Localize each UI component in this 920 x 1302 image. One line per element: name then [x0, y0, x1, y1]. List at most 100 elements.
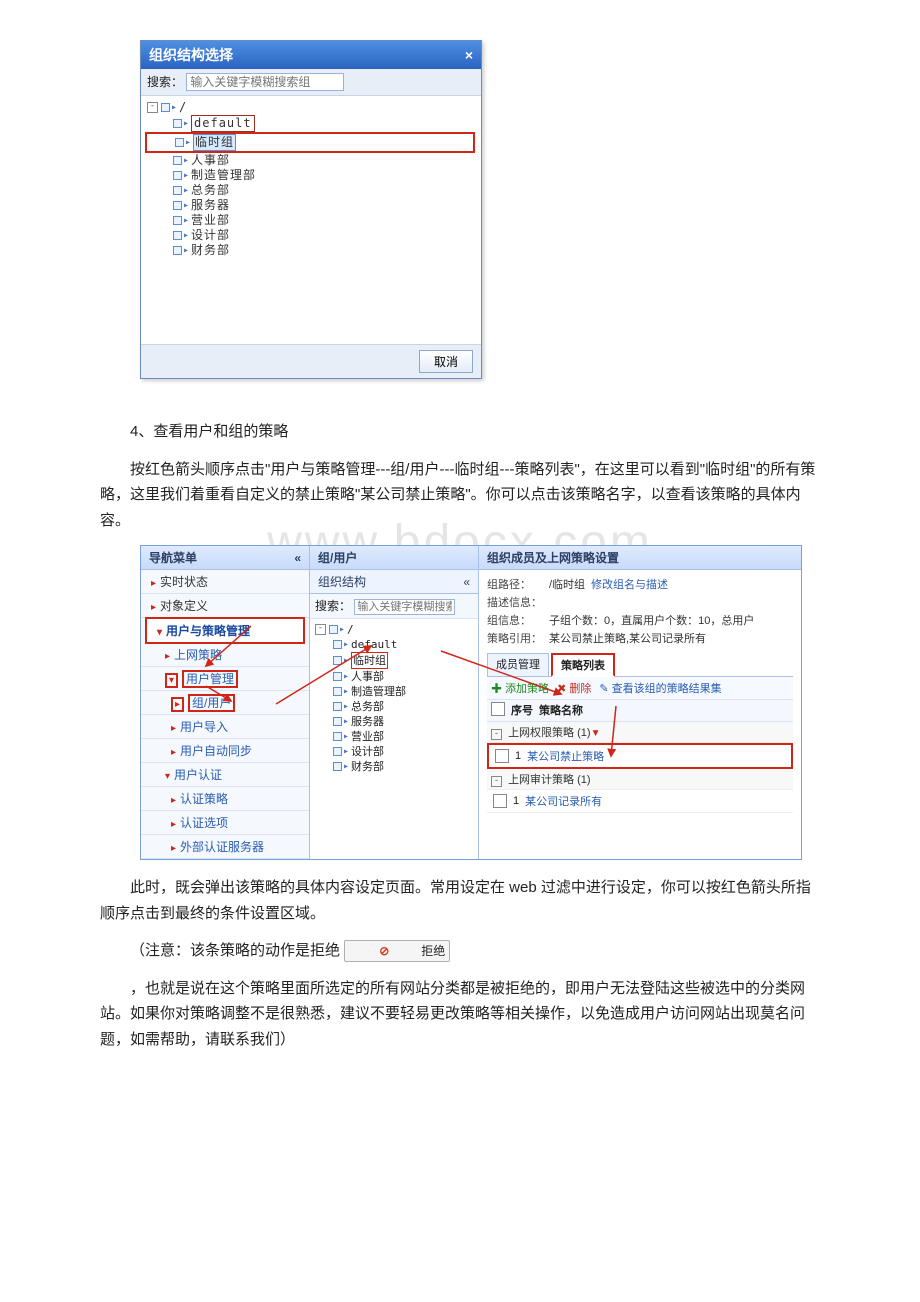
mid-header: 组/用户	[310, 546, 478, 570]
expand-icon[interactable]: -	[315, 624, 326, 635]
policy-link[interactable]: 某公司记录所有	[525, 793, 602, 809]
nav-auth-policy[interactable]: ▸认证策略	[141, 787, 309, 811]
group-icon: ▸	[173, 183, 189, 198]
nav-net-policy[interactable]: ▸上网策略	[141, 643, 309, 667]
tree-node[interactable]: ▸服务器	[315, 714, 473, 729]
org-tree-panel: 组/用户 组织结构 « 搜索： -▸/ ▸default ▸临时组 ▸人事部 ▸…	[310, 546, 479, 859]
row-checkbox[interactable]	[495, 749, 509, 763]
group-icon: ▸	[175, 135, 191, 150]
dialog-titlebar: 组织结构选择 ×	[141, 41, 481, 69]
group-icon: ▸	[333, 744, 349, 759]
group-icon: ▸	[333, 729, 349, 744]
tree-node[interactable]: ▸人事部	[147, 153, 475, 168]
close-icon[interactable]: ×	[465, 47, 473, 63]
policy-settings-panel: 组织成员及上网策略设置 组路径： /临时组 修改组名与描述 描述信息： 组信息：…	[479, 546, 801, 859]
nav-user-policy[interactable]: ▾用户与策略管理	[145, 617, 305, 644]
nav-ext-auth[interactable]: ▸外部认证服务器	[141, 835, 309, 859]
prohibit-icon: ⊘	[349, 941, 389, 961]
rename-group-link[interactable]: 修改组名与描述	[591, 576, 668, 592]
group-icon: ▸	[173, 213, 189, 228]
reject-action-badge: ⊘ 拒绝	[344, 940, 450, 962]
dialog-title: 组织结构选择	[149, 45, 233, 65]
policy-row-highlighted[interactable]: 1 某公司禁止策略	[487, 743, 793, 769]
right-header: 组织成员及上网策略设置	[479, 546, 801, 570]
paragraph: 此时，既会弹出该策略的具体内容设定页面。常用设定在 web 过滤中进行设定，你可…	[100, 875, 820, 926]
info-desc: 描述信息：	[487, 593, 793, 611]
policy-columns: 序号 策略名称	[487, 700, 793, 722]
view-result-button[interactable]: ✎ 查看该组的策略结果集	[599, 680, 721, 696]
policy-row[interactable]: 1 某公司记录所有	[487, 790, 793, 813]
policy-group-header[interactable]: - 上网权限策略 (1)▼	[487, 722, 793, 743]
group-icon: ▸	[333, 653, 349, 668]
policy-group-header[interactable]: - 上网审计策略 (1)	[487, 769, 793, 790]
policy-toolbar: ✚ 添加策略 ✖ 删除 ✎ 查看该组的策略结果集	[487, 677, 793, 700]
tree-root[interactable]: -▸/	[315, 622, 473, 637]
tree-root[interactable]: - ▸ /	[147, 100, 475, 115]
tree-node[interactable]: ▸财务部	[315, 759, 473, 774]
tree-node[interactable]: ▸人事部	[315, 669, 473, 684]
tree-node[interactable]: ▸default	[315, 637, 473, 652]
tree-node[interactable]: ▸制造管理部	[147, 168, 475, 183]
tree-node[interactable]: ▸设计部	[315, 744, 473, 759]
tab-policy[interactable]: 策略列表	[551, 653, 615, 677]
policy-management-panel: 导航菜单 « ▸实时状态 ▸对象定义 ▾用户与策略管理 ▸上网策略 ▾用户管理 …	[140, 545, 802, 860]
org-tree: - ▸ / ▸ default ▸ 临时组 ▸人事部 ▸制造管理部 ▸总务部 ▸…	[141, 96, 481, 344]
tree-node[interactable]: ▸总务部	[147, 183, 475, 198]
tree-node[interactable]: ▸营业部	[147, 213, 475, 228]
expand-icon[interactable]: -	[491, 729, 502, 740]
group-icon: ▸	[333, 637, 349, 652]
group-icon: ▸	[333, 759, 349, 774]
search-label: 搜索：	[147, 75, 183, 89]
group-icon: ▸	[173, 116, 189, 131]
tab-member[interactable]: 成员管理	[487, 653, 549, 676]
policy-link[interactable]: 某公司禁止策略	[527, 748, 604, 764]
section-heading: 4、查看用户和组的策略	[100, 419, 820, 445]
select-all-checkbox[interactable]	[491, 702, 505, 716]
nav-user-mgmt[interactable]: ▾用户管理	[141, 667, 309, 691]
group-icon: ▸	[173, 228, 189, 243]
group-icon: ▸	[333, 669, 349, 684]
group-icon: ▸	[333, 699, 349, 714]
tab-bar: 成员管理 策略列表	[487, 653, 793, 677]
nav-objdef[interactable]: ▸对象定义	[141, 594, 309, 618]
group-icon: ▸	[173, 243, 189, 258]
tree-node[interactable]: ▸总务部	[315, 699, 473, 714]
group-icon: ▸	[329, 622, 345, 637]
collapse-icon[interactable]: «	[463, 575, 470, 589]
tree-node-selected[interactable]: ▸临时组	[315, 652, 473, 669]
group-icon: ▸	[173, 198, 189, 213]
search-input[interactable]	[186, 73, 344, 91]
group-icon: ▸	[173, 168, 189, 183]
nav-user-import[interactable]: ▸用户导入	[141, 715, 309, 739]
tree-node[interactable]: ▸财务部	[147, 243, 475, 258]
tree-node-selected[interactable]: ▸ 临时组	[145, 132, 475, 153]
nav-realtime[interactable]: ▸实时状态	[141, 570, 309, 594]
nav-group-user[interactable]: ▸组/用户	[141, 691, 309, 715]
tree-node[interactable]: ▸ default	[147, 115, 475, 132]
tree-node[interactable]: ▸服务器	[147, 198, 475, 213]
expand-icon[interactable]: -	[147, 102, 158, 113]
tree-node[interactable]: ▸制造管理部	[315, 684, 473, 699]
tree-search-input[interactable]	[354, 599, 455, 615]
paragraph: ，也就是说在这个策略里面所选定的所有网站分类都是被拒绝的，即用户无法登陆这些被选…	[100, 976, 820, 1053]
info-group: 组信息：子组个数：0，直属用户个数：10，总用户	[487, 611, 793, 629]
group-icon: ▸	[333, 684, 349, 699]
info-path: 组路径： /临时组 修改组名与描述	[487, 575, 793, 593]
search-label: 搜索：	[315, 599, 351, 613]
nav-header: 导航菜单 «	[141, 546, 309, 570]
paragraph: （注意：该条策略的动作是拒绝 ⊘ 拒绝	[100, 938, 820, 964]
collapse-icon[interactable]: «	[294, 551, 301, 565]
info-ref: 策略引用：某公司禁止策略,某公司记录所有	[487, 629, 793, 647]
expand-icon[interactable]: -	[491, 776, 502, 787]
tree-node[interactable]: ▸设计部	[147, 228, 475, 243]
nav-user-auth[interactable]: ▾用户认证	[141, 763, 309, 787]
delete-policy-button[interactable]: ✖ 删除	[557, 680, 591, 696]
tree-node[interactable]: ▸营业部	[315, 729, 473, 744]
group-icon: ▸	[173, 153, 189, 168]
cancel-button[interactable]: 取消	[419, 350, 473, 373]
add-policy-button[interactable]: ✚ 添加策略	[491, 680, 549, 696]
group-icon: ▸	[161, 100, 177, 115]
row-checkbox[interactable]	[493, 794, 507, 808]
nav-auth-option[interactable]: ▸认证选项	[141, 811, 309, 835]
nav-user-sync[interactable]: ▸用户自动同步	[141, 739, 309, 763]
